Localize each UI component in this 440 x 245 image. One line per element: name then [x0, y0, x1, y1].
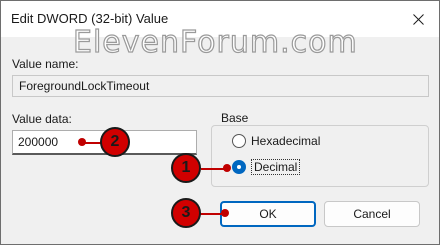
ok-button[interactable]: OK [220, 201, 316, 227]
marker-3-arrow-dot [221, 209, 229, 217]
radio-hexadecimal-circle[interactable] [232, 134, 246, 148]
hexadecimal-radio[interactable]: Hexadecimal [232, 134, 320, 148]
value-name-field: ForegroundLockTimeout [12, 75, 429, 97]
value-name-label: Value name: [12, 57, 79, 71]
marker-2: 2 [100, 127, 130, 157]
decimal-radio[interactable]: Decimal [232, 159, 301, 175]
base-label: Base [219, 111, 251, 125]
edit-dword-dialog: Edit DWORD (32-bit) Value ElevenForum.co… [0, 0, 440, 245]
value-data-label: Value data: [12, 112, 72, 126]
cancel-button[interactable]: Cancel [324, 201, 420, 227]
marker-2-arrow [82, 142, 102, 144]
marker-1: 1 [171, 153, 201, 183]
decimal-label: Decimal [251, 159, 301, 175]
window-title: Edit DWORD (32-bit) Value [11, 11, 169, 26]
radio-decimal-circle[interactable] [232, 160, 246, 174]
close-button[interactable] [403, 7, 433, 31]
close-icon [412, 13, 424, 25]
hexadecimal-label: Hexadecimal [251, 134, 321, 148]
marker-1-arrow-dot [223, 164, 231, 172]
marker-3: 3 [171, 198, 201, 228]
watermark: ElevenForum.com [72, 24, 358, 60]
